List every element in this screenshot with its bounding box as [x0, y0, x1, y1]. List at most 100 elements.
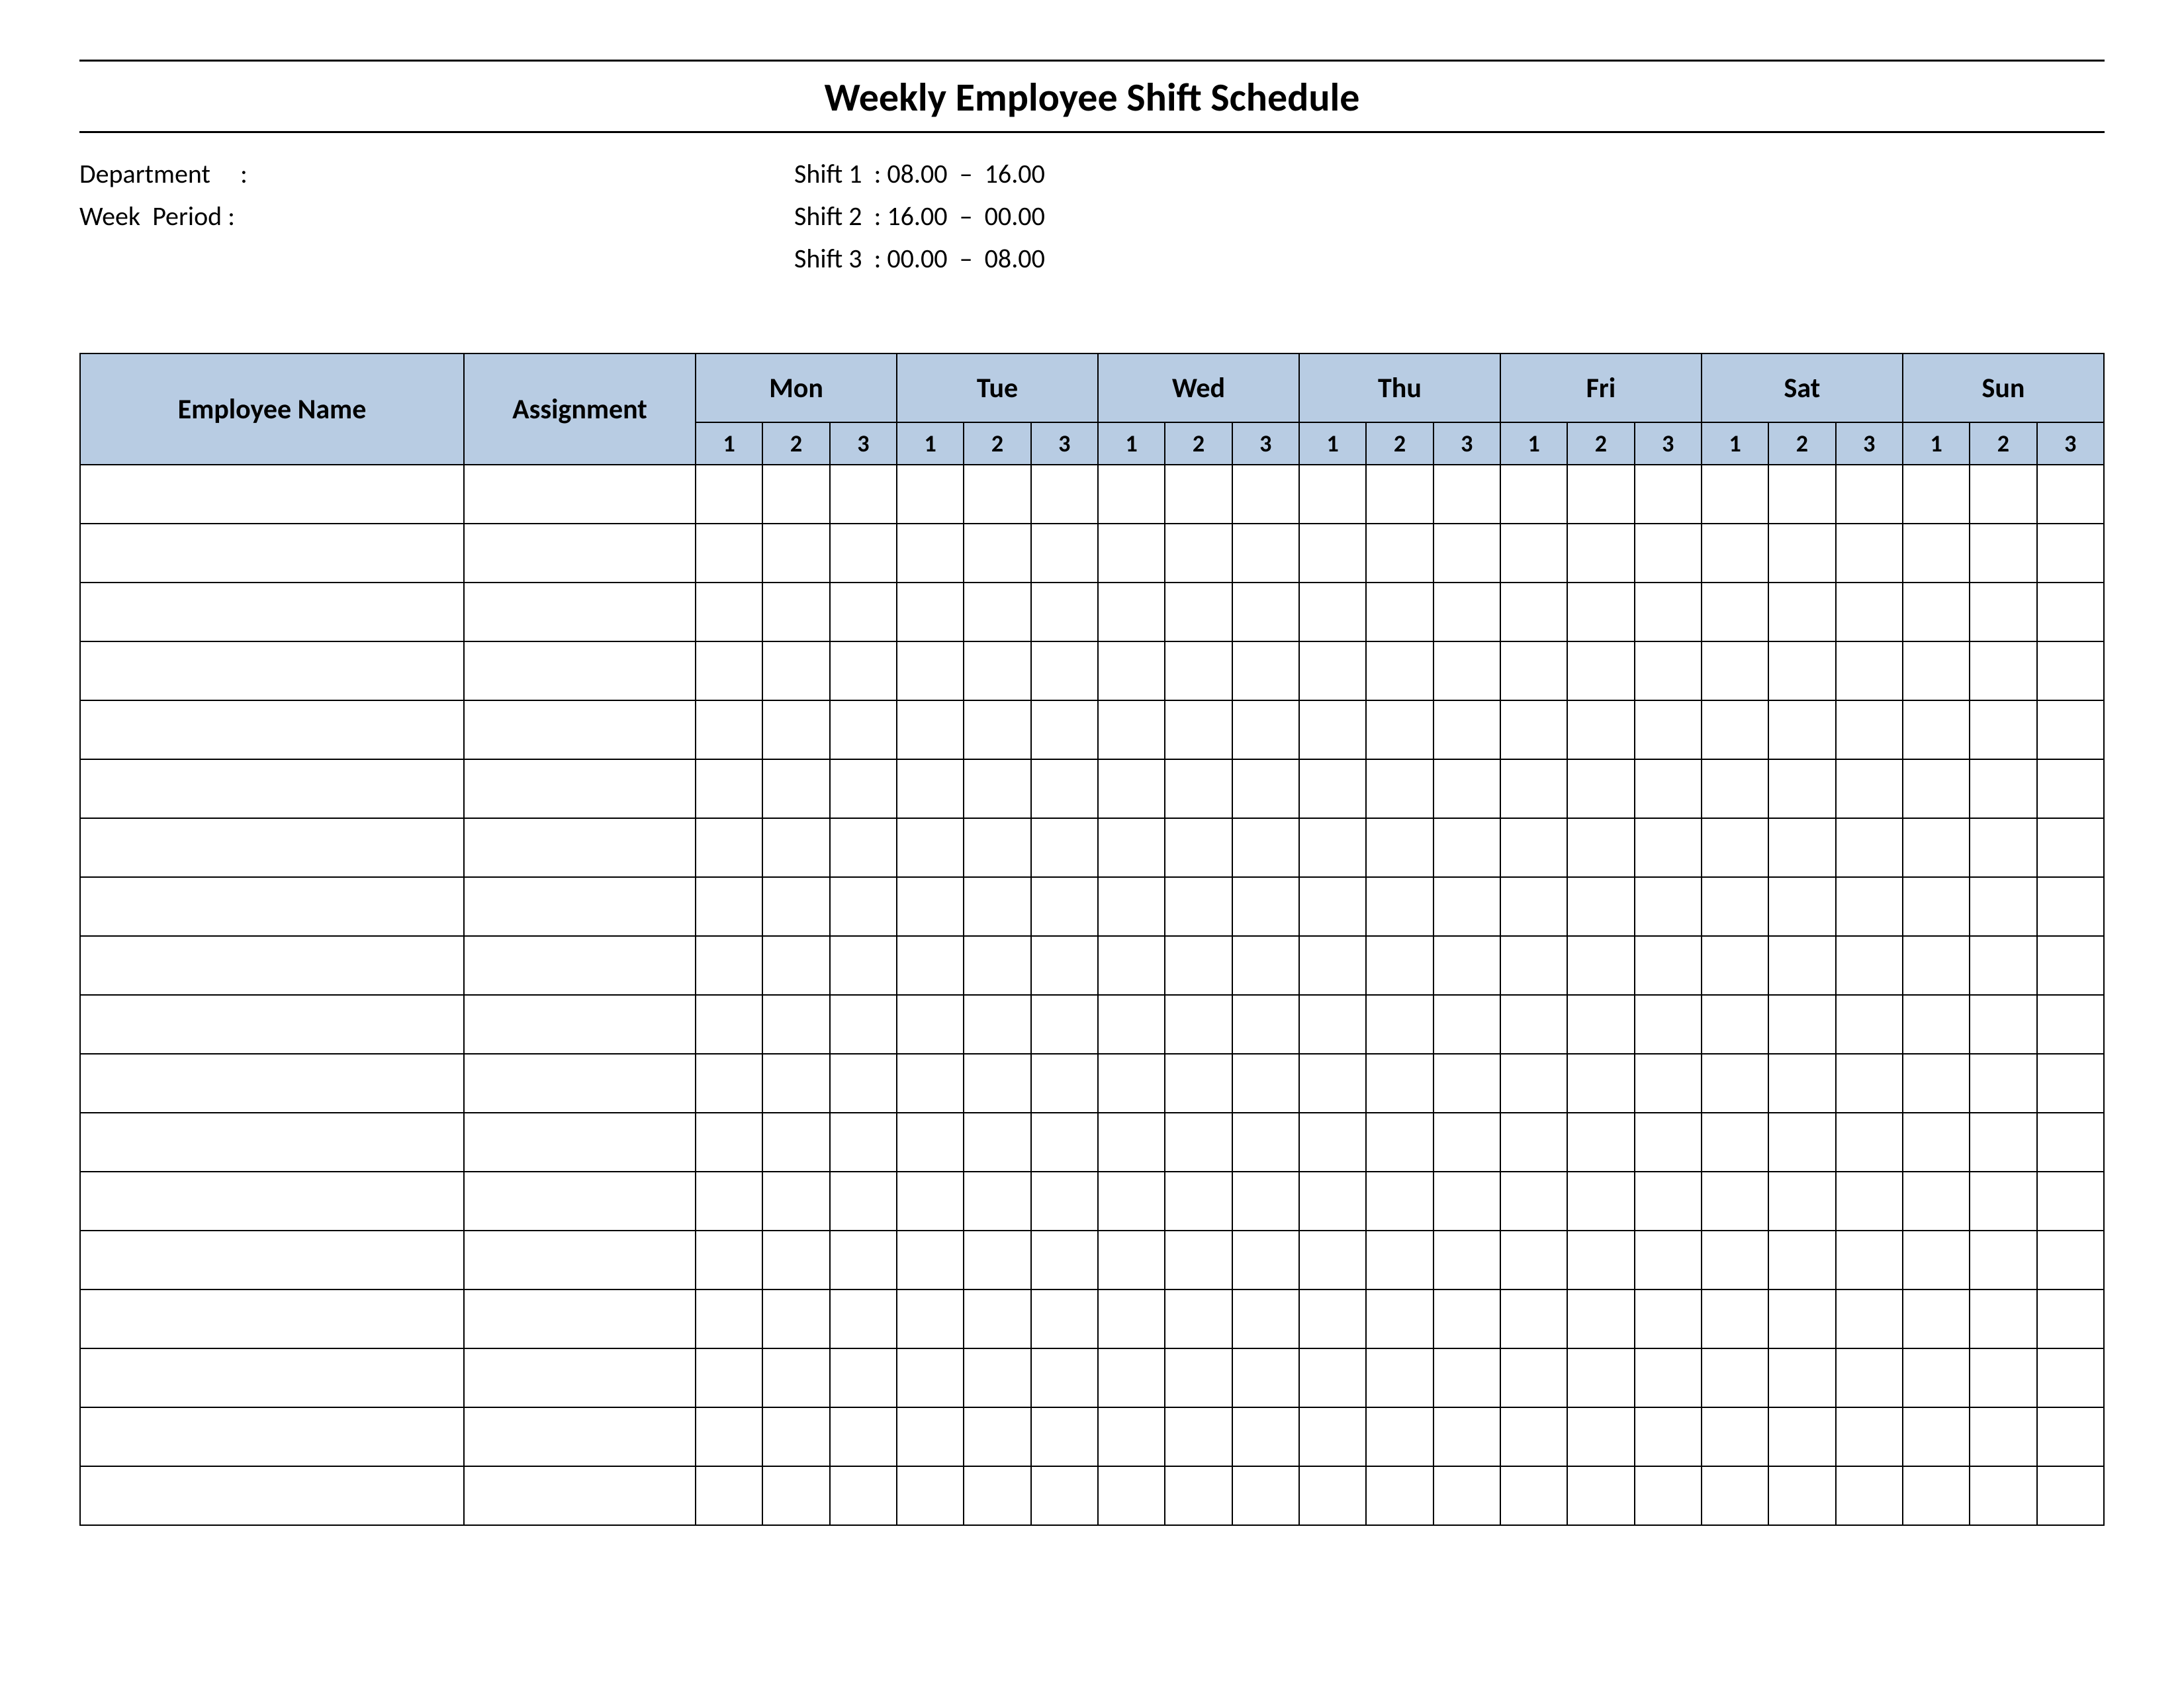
document-page: Weekly Employee Shift Schedule Departmen…: [0, 0, 2184, 1605]
cell: [1165, 1407, 1232, 1466]
cell: [964, 583, 1030, 641]
table-row: [80, 524, 2104, 583]
cell: [80, 818, 464, 877]
cell: [2037, 1466, 2104, 1525]
cell: [1635, 1348, 1702, 1407]
cell: [1232, 936, 1299, 995]
cell: [1702, 1054, 1768, 1113]
cell: [1903, 818, 1970, 877]
cell: [1500, 1348, 1567, 1407]
cell: [1433, 1113, 1500, 1172]
cell: [1702, 877, 1768, 936]
cell: [1299, 1054, 1366, 1113]
cell: [1165, 1113, 1232, 1172]
shift-1-range: 08.00 – 16.00: [887, 158, 1044, 190]
cell: [1768, 1466, 1835, 1525]
cell: [80, 641, 464, 700]
cell: [1366, 877, 1433, 936]
cell: [1165, 1348, 1232, 1407]
cell: [762, 583, 829, 641]
cell: [1702, 995, 1768, 1054]
cell: [1031, 1289, 1098, 1348]
cell: [897, 759, 964, 818]
cell: [1635, 1054, 1702, 1113]
cell: [1970, 995, 2036, 1054]
cell: [1299, 1231, 1366, 1289]
cell: [1232, 1054, 1299, 1113]
week-period-label: Week Period: [79, 200, 222, 232]
cell: [830, 1407, 897, 1466]
cell: [1836, 1289, 1903, 1348]
cell: [1836, 1172, 1903, 1231]
cell: [1299, 1289, 1366, 1348]
cell: [1903, 995, 1970, 1054]
cell: [1567, 1113, 1634, 1172]
cell: [1567, 700, 1634, 759]
cell: [1098, 1407, 1165, 1466]
table-row: [80, 1172, 2104, 1231]
cell: [1366, 700, 1433, 759]
cell: [1567, 583, 1634, 641]
cell: [762, 995, 829, 1054]
cell: [1836, 1407, 1903, 1466]
cell: [1299, 465, 1366, 524]
cell: [1903, 1113, 1970, 1172]
cell: [1165, 936, 1232, 995]
cell: [762, 700, 829, 759]
cell: [1366, 1054, 1433, 1113]
cell: [1232, 995, 1299, 1054]
cell: [1635, 936, 1702, 995]
cell: [80, 465, 464, 524]
table-row: [80, 1289, 2104, 1348]
cell: [964, 1348, 1030, 1407]
cell: [1702, 818, 1768, 877]
cell: [1098, 465, 1165, 524]
cell: [1299, 700, 1366, 759]
cell: [1567, 936, 1634, 995]
cell: [1031, 759, 1098, 818]
cell: [696, 759, 762, 818]
cell: [1702, 1113, 1768, 1172]
cell: [1232, 1113, 1299, 1172]
cell: [1702, 1172, 1768, 1231]
cell: [1031, 465, 1098, 524]
cell: [1702, 524, 1768, 583]
sub-fri-2: 2: [1567, 422, 1634, 465]
cell: [964, 1113, 1030, 1172]
cell: [1433, 1172, 1500, 1231]
cell: [1031, 1407, 1098, 1466]
cell: [1500, 524, 1567, 583]
cell: [80, 524, 464, 583]
cell: [1970, 524, 2036, 583]
cell: [1232, 1172, 1299, 1231]
cell: [830, 465, 897, 524]
cell: [1635, 583, 1702, 641]
sub-tue-3: 3: [1031, 422, 1098, 465]
cell: [964, 1407, 1030, 1466]
cell: [1232, 877, 1299, 936]
cell: [1366, 818, 1433, 877]
cell: [696, 995, 762, 1054]
cell: [1500, 1113, 1567, 1172]
cell: [762, 641, 829, 700]
department-row: Department :: [79, 153, 794, 195]
cell: [80, 1172, 464, 1231]
cell: [762, 1113, 829, 1172]
cell: [1836, 700, 1903, 759]
sub-mon-2: 2: [762, 422, 829, 465]
cell: [464, 1113, 696, 1172]
cell: [964, 1289, 1030, 1348]
cell: [1567, 995, 1634, 1054]
cell: [464, 759, 696, 818]
cell: [964, 936, 1030, 995]
cell: [1702, 1348, 1768, 1407]
cell: [1232, 1407, 1299, 1466]
cell: [830, 877, 897, 936]
cell: [696, 1113, 762, 1172]
cell: [1970, 1348, 2036, 1407]
cell: [1903, 700, 1970, 759]
cell: [1232, 759, 1299, 818]
cell: [897, 877, 964, 936]
cell: [1635, 759, 1702, 818]
cell: [1635, 995, 1702, 1054]
